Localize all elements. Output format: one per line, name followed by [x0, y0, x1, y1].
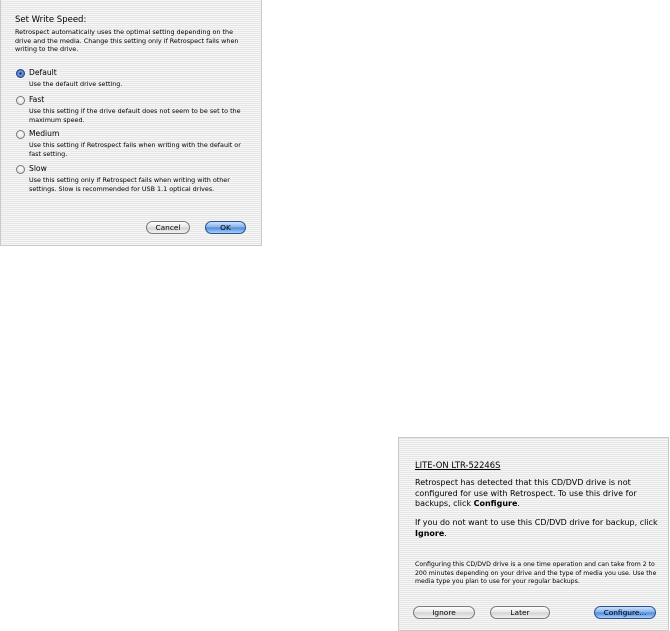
- drive-detected-dialog: LITE-ON LTR-52246S Retrospect has detect…: [398, 437, 669, 631]
- radio-medium[interactable]: [16, 130, 25, 139]
- radio-default-selected[interactable]: [16, 69, 25, 78]
- radio-fast[interactable]: [16, 96, 25, 105]
- option-medium-label[interactable]: Medium: [29, 129, 59, 138]
- later-button[interactable]: Later: [490, 606, 550, 619]
- dialog-description: Retrospect automatically uses the optima…: [15, 28, 239, 53]
- option-slow-description: Use this setting only if Retrospect fail…: [29, 176, 230, 193]
- ignore-keyword: Ignore: [415, 528, 445, 538]
- ignore-paragraph: If you do not want to use this CD/DVD dr…: [415, 518, 658, 538]
- option-medium-description: Use this setting if Retrospect fails whe…: [29, 141, 241, 158]
- configure-note: Configuring this CD/DVD drive is a one t…: [415, 561, 657, 585]
- option-default-description: Use the default drive setting.: [29, 80, 123, 88]
- option-fast-description: Use this setting if the drive default do…: [29, 107, 241, 124]
- configure-paragraph: Retrospect has detected that this CD/DVD…: [415, 478, 637, 508]
- option-slow-label[interactable]: Slow: [29, 164, 47, 173]
- cancel-button[interactable]: Cancel: [146, 221, 190, 234]
- radio-slow[interactable]: [16, 165, 25, 174]
- configure-button[interactable]: Configure...: [594, 606, 656, 619]
- configure-keyword: Configure: [473, 499, 518, 508]
- write-speed-dialog: Set Write Speed: Retrospect automaticall…: [0, 0, 262, 246]
- ok-button[interactable]: OK: [205, 221, 246, 234]
- option-fast-label[interactable]: Fast: [29, 95, 44, 104]
- ignore-button[interactable]: Ignore: [413, 606, 475, 619]
- dialog-title: Set Write Speed:: [15, 15, 87, 25]
- drive-name: LITE-ON LTR-52246S: [415, 460, 501, 470]
- option-default-label[interactable]: Default: [29, 68, 57, 77]
